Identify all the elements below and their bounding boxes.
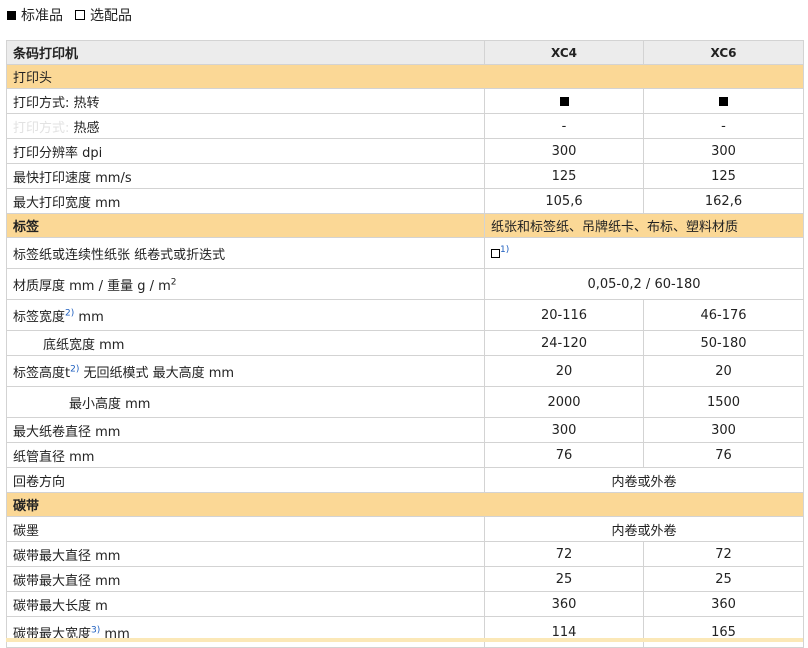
row-label: 打印方式: 热转 bbox=[6, 88, 485, 114]
table-row: 标签高度t2) 无回纸模式 最大高度 mm 20 20 bbox=[6, 355, 804, 387]
cell-value: 内卷或外卷 bbox=[484, 516, 804, 542]
row-label: 最快打印速度 mm/s bbox=[6, 163, 485, 189]
standard-square-icon bbox=[7, 10, 16, 20]
table-row: 碳带最大直径 mm 25 25 bbox=[6, 566, 804, 592]
cell-xc6: 162,6 bbox=[643, 188, 804, 214]
cell-xc6: 76 bbox=[643, 442, 804, 468]
cell-xc6: 46-176 bbox=[643, 299, 804, 331]
table-row: 碳带最大宽度3) mm 114 165 bbox=[6, 616, 804, 648]
table-row: 标签纸或连续性纸张 纸卷式或折迭式 1) bbox=[6, 237, 804, 269]
cell-xc4: - bbox=[484, 113, 644, 139]
cell-xc4: 24-120 bbox=[484, 330, 644, 356]
section-title-print-head: 打印头 bbox=[6, 64, 804, 89]
cell-xc6: 125 bbox=[643, 163, 804, 189]
cell-xc4: 2000 bbox=[484, 386, 644, 418]
cell-xc4: 72 bbox=[484, 541, 644, 567]
cell-xc6: 300 bbox=[643, 138, 804, 164]
table-row: 碳带最大直径 mm 72 72 bbox=[6, 541, 804, 567]
footnote-ref[interactable]: 3) bbox=[91, 625, 100, 635]
row-label: 回卷方向 bbox=[6, 467, 485, 493]
row-unit: mm bbox=[78, 309, 104, 325]
table-row: 标签宽度2) mm 20-116 46-176 bbox=[6, 299, 804, 331]
table-row: 打印方式: 热感 - - bbox=[6, 113, 804, 139]
cell-xc6: 72 bbox=[643, 541, 804, 567]
row-label: 最小高度 mm bbox=[6, 386, 485, 418]
cell-xc4: 25 bbox=[484, 566, 644, 592]
table-row: 最大纸卷直径 mm 300 300 bbox=[6, 417, 804, 443]
row-label: 标签纸或连续性纸张 纸卷式或折迭式 bbox=[6, 237, 485, 269]
cell-xc4: 20 bbox=[484, 355, 644, 387]
header-label: 条码打印机 bbox=[6, 40, 485, 65]
row-label: 标签宽度 bbox=[13, 309, 66, 325]
row-label: 打印分辨率 dpi bbox=[6, 138, 485, 164]
cell-xc6: 25 bbox=[643, 566, 804, 592]
legend-standard-label: 标准品 bbox=[21, 8, 63, 24]
row-label: 底纸宽度 mm bbox=[6, 330, 485, 356]
footnote-ref[interactable]: 1) bbox=[500, 245, 509, 255]
section-row-ribbon: 碳带 bbox=[6, 492, 804, 517]
faded-label: 打印方式: bbox=[13, 120, 70, 136]
section-row-next-partial bbox=[6, 638, 803, 642]
row-label: 最大打印宽度 mm bbox=[6, 188, 485, 214]
table-row: 最小高度 mm 2000 1500 bbox=[6, 386, 804, 418]
row-label: 纸管直径 mm bbox=[6, 442, 485, 468]
cell-xc6: 1500 bbox=[643, 386, 804, 418]
table-row: 底纸宽度 mm 24-120 50-180 bbox=[6, 330, 804, 356]
table-row: 打印分辨率 dpi 300 300 bbox=[6, 138, 804, 164]
cell-xc4: 20-116 bbox=[484, 299, 644, 331]
row-label: 标签高度t bbox=[13, 365, 71, 381]
section-row-label: 标签 纸张和标签纸、吊牌纸卡、布标、塑料材质 bbox=[6, 213, 804, 238]
legend-optional-label: 选配品 bbox=[90, 8, 132, 24]
cell-xc6: 300 bbox=[643, 417, 804, 443]
footnote-ref[interactable]: 2) bbox=[65, 308, 74, 318]
table-row: 纸管直径 mm 76 76 bbox=[6, 442, 804, 468]
header-col-xc4: XC4 bbox=[484, 40, 644, 65]
cell-xc4: 300 bbox=[484, 417, 644, 443]
optional-square-icon bbox=[75, 10, 85, 20]
section-title-ribbon: 碳带 bbox=[6, 492, 804, 517]
cell-value: 内卷或外卷 bbox=[484, 467, 804, 493]
section-title-label: 标签 bbox=[6, 213, 485, 238]
table-row: 打印方式: 热转 bbox=[6, 88, 804, 114]
cell-xc4: 360 bbox=[484, 591, 644, 617]
cell-xc6: 50-180 bbox=[643, 330, 804, 356]
optional-square-icon bbox=[491, 249, 500, 259]
cell-xc6: 360 bbox=[643, 591, 804, 617]
row-label: 碳带最大直径 mm bbox=[6, 566, 485, 592]
table-row: 最大打印宽度 mm 105,6 162,6 bbox=[6, 188, 804, 214]
cell-xc6: 20 bbox=[643, 355, 804, 387]
row-label: 材质厚度 mm / 重量 g / m bbox=[13, 278, 171, 294]
table-row: 碳墨 内卷或外卷 bbox=[6, 516, 804, 542]
row-label: 碳带最大长度 m bbox=[6, 591, 485, 617]
standard-square-icon bbox=[559, 96, 569, 106]
cell-xc4: 125 bbox=[484, 163, 644, 189]
table-row: 材质厚度 mm / 重量 g / m2 0,05-0,2 / 60-180 bbox=[6, 268, 804, 300]
table-row: 回卷方向 内卷或外卷 bbox=[6, 467, 804, 493]
row-label: 热感 bbox=[73, 120, 100, 136]
table-row: 最快打印速度 mm/s 125 125 bbox=[6, 163, 804, 189]
cell-xc4: 105,6 bbox=[484, 188, 644, 214]
section-row-print-head: 打印头 bbox=[6, 64, 804, 89]
section-label-materials: 纸张和标签纸、吊牌纸卡、布标、塑料材质 bbox=[484, 213, 804, 238]
row-label: 碳带最大直径 mm bbox=[6, 541, 485, 567]
row-label-rest: 无回纸模式 最大高度 mm bbox=[83, 365, 235, 381]
cell-xc4: 76 bbox=[484, 442, 644, 468]
row-label: 碳墨 bbox=[6, 516, 485, 542]
cell-xc6: 165 bbox=[643, 616, 804, 648]
spec-table: 条码打印机 XC4 XC6 打印头 打印方式: 热转 打印方式: 热感 - - … bbox=[6, 40, 804, 648]
cell-value: 0,05-0,2 / 60-180 bbox=[484, 268, 804, 300]
row-label: 最大纸卷直径 mm bbox=[6, 417, 485, 443]
exponent: 2 bbox=[170, 277, 177, 288]
standard-square-icon bbox=[719, 96, 728, 106]
table-header-row: 条码打印机 XC4 XC6 bbox=[6, 40, 804, 65]
legend: 标准品 选配品 bbox=[6, 5, 132, 25]
table-row: 碳带最大长度 m 360 360 bbox=[6, 591, 804, 617]
footnote-ref[interactable]: 2) bbox=[70, 364, 79, 374]
cell-xc6: - bbox=[643, 113, 804, 139]
header-col-xc6: XC6 bbox=[643, 40, 804, 65]
cell-xc4: 114 bbox=[484, 616, 644, 648]
cell-xc4: 300 bbox=[484, 138, 644, 164]
